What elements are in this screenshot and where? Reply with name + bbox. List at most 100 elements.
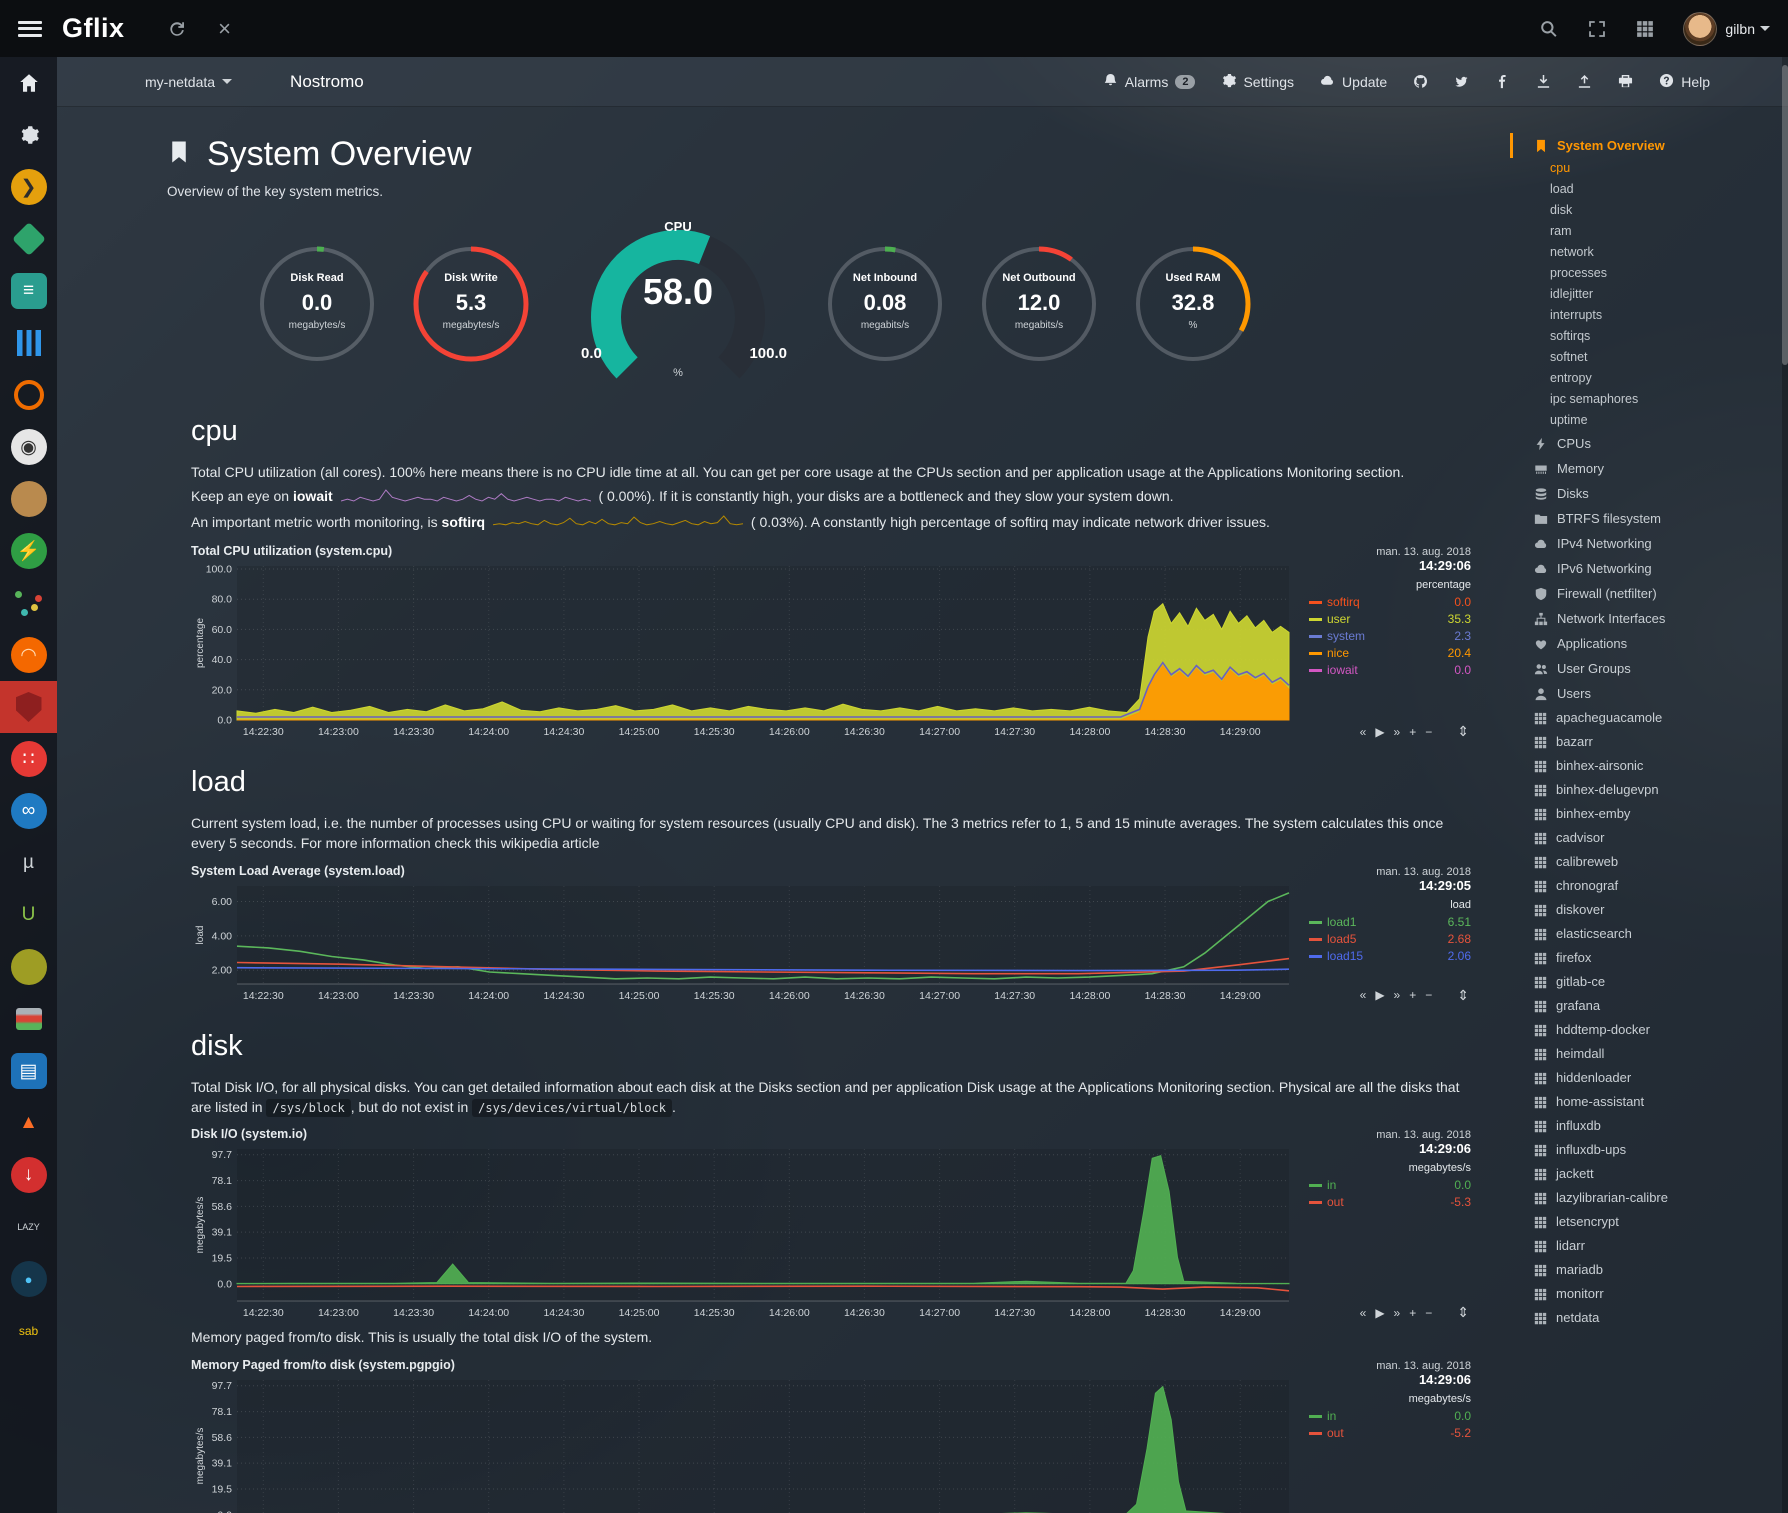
menu-app-lidarr[interactable]: lidarr bbox=[1510, 1234, 1788, 1258]
menu-app-binhex-airsonic[interactable]: binhex-airsonic bbox=[1510, 754, 1788, 778]
github-icon[interactable] bbox=[1413, 74, 1428, 89]
update-button[interactable]: Update bbox=[1320, 73, 1387, 91]
menu-app-firefox[interactable]: firefox bbox=[1510, 946, 1788, 970]
legend-row-iowait[interactable]: iowait0.0 bbox=[1309, 662, 1471, 679]
close-icon[interactable]: × bbox=[215, 19, 235, 39]
menu-app-apacheguacamole[interactable]: apacheguacamole bbox=[1510, 706, 1788, 730]
app-shortcut-app-olive[interactable] bbox=[0, 941, 57, 993]
pan-right-button[interactable]: » bbox=[1394, 725, 1401, 739]
menu-system-overview[interactable]: System Overview bbox=[1510, 133, 1788, 158]
scrollbar-thumb[interactable] bbox=[1782, 65, 1788, 365]
upload-icon[interactable] bbox=[1577, 74, 1592, 89]
app-shortcut-deluge[interactable] bbox=[0, 213, 57, 265]
legend-row-in[interactable]: in0.0 bbox=[1309, 1408, 1471, 1425]
app-shortcut-airsonic[interactable] bbox=[0, 317, 57, 369]
pgpgio-plot[interactable]: 0.019.539.158.678.197.714:22:3014:23:001… bbox=[191, 1374, 1299, 1513]
menu-section-disks[interactable]: Disks bbox=[1510, 481, 1788, 506]
zoom-in-button[interactable]: + bbox=[1409, 988, 1416, 1002]
pan-left-button[interactable]: « bbox=[1360, 1306, 1367, 1320]
legend-row-nice[interactable]: nice20.4 bbox=[1309, 645, 1471, 662]
download-icon[interactable] bbox=[1536, 74, 1551, 89]
menu-app-binhex-delugevpn[interactable]: binhex-delugevpn bbox=[1510, 778, 1788, 802]
menu-sub-network[interactable]: network bbox=[1510, 242, 1788, 263]
resize-handle[interactable]: ⇕ bbox=[1457, 1304, 1469, 1321]
used-ram-gauge[interactable]: Used RAM32.8% bbox=[1131, 242, 1255, 372]
menu-app-diskover[interactable]: diskover bbox=[1510, 898, 1788, 922]
menu-sub-disk[interactable]: disk bbox=[1510, 200, 1788, 221]
legend-row-load1[interactable]: load16.51 bbox=[1309, 914, 1471, 931]
menu-app-influxdb[interactable]: influxdb bbox=[1510, 1114, 1788, 1138]
load-plot[interactable]: 2.004.006.0014:22:3014:23:0014:23:3014:2… bbox=[191, 880, 1299, 1004]
app-shortcut-app-blue[interactable]: ▤ bbox=[0, 1045, 57, 1097]
menu-section-user-groups[interactable]: User Groups bbox=[1510, 656, 1788, 681]
app-shortcut-duplicati-drop[interactable]: ● bbox=[0, 1253, 57, 1305]
app-shortcut-radarr[interactable]: ◉ bbox=[0, 421, 57, 473]
menu-app-cadvisor[interactable]: cadvisor bbox=[1510, 826, 1788, 850]
zoom-in-button[interactable]: + bbox=[1409, 1306, 1416, 1320]
resize-handle[interactable]: ⇕ bbox=[1457, 723, 1469, 740]
app-shortcut-jackett-search[interactable] bbox=[0, 369, 57, 421]
legend-row-system[interactable]: system2.3 bbox=[1309, 628, 1471, 645]
legend-row-softirq[interactable]: softirq0.0 bbox=[1309, 594, 1471, 611]
play-button[interactable]: ▶ bbox=[1375, 725, 1384, 739]
menu-app-mariadb[interactable]: mariadb bbox=[1510, 1258, 1788, 1282]
menu-app-influxdb-ups[interactable]: influxdb-ups bbox=[1510, 1138, 1788, 1162]
legend-row-out[interactable]: out-5.2 bbox=[1309, 1425, 1471, 1442]
menu-section-btrfs-filesystem[interactable]: BTRFS filesystem bbox=[1510, 506, 1788, 531]
facebook-icon[interactable] bbox=[1495, 74, 1510, 89]
legend-row-load15[interactable]: load152.06 bbox=[1309, 948, 1471, 965]
disk-plot[interactable]: 0.019.539.158.678.197.714:22:3014:23:001… bbox=[191, 1143, 1299, 1321]
menu-section-ipv4-networking[interactable]: IPv4 Networking bbox=[1510, 531, 1788, 556]
menu-app-home-assistant[interactable]: home-assistant bbox=[1510, 1090, 1788, 1114]
menu-app-elasticsearch[interactable]: elasticsearch bbox=[1510, 922, 1788, 946]
legend-row-user[interactable]: user35.3 bbox=[1309, 611, 1471, 628]
menu-section-memory[interactable]: Memory bbox=[1510, 456, 1788, 481]
menu-sub-processes[interactable]: processes bbox=[1510, 263, 1788, 284]
menu-section-applications[interactable]: Applications bbox=[1510, 631, 1788, 656]
app-shortcut-app-red-dots[interactable]: ∷ bbox=[0, 733, 57, 785]
menu-sub-ram[interactable]: ram bbox=[1510, 221, 1788, 242]
menu-section-network-interfaces[interactable]: Network Interfaces bbox=[1510, 606, 1788, 631]
user-menu[interactable]: gilbn bbox=[1725, 21, 1770, 37]
cpu-chart[interactable]: Total CPU utilization (system.cpu)0.020.… bbox=[191, 544, 1476, 740]
app-shortcut-nzbget[interactable]: ∞ bbox=[0, 785, 57, 837]
search-icon[interactable] bbox=[1539, 19, 1559, 39]
play-button[interactable]: ▶ bbox=[1375, 1306, 1384, 1320]
print-icon[interactable] bbox=[1618, 74, 1633, 89]
twitter-icon[interactable] bbox=[1454, 74, 1469, 89]
app-shortcut-rutorrent[interactable] bbox=[0, 993, 57, 1045]
disk-write-gauge[interactable]: Disk Write5.3megabytes/s bbox=[409, 242, 533, 372]
menu-app-grafana[interactable]: grafana bbox=[1510, 994, 1788, 1018]
zoom-in-button[interactable]: + bbox=[1409, 725, 1416, 739]
apps-grid-icon[interactable] bbox=[1635, 19, 1655, 39]
menu-sub-uptime[interactable]: uptime bbox=[1510, 410, 1788, 431]
menu-sub-softirqs[interactable]: softirqs bbox=[1510, 326, 1788, 347]
menu-section-cpus[interactable]: CPUs bbox=[1510, 431, 1788, 456]
menu-sub-load[interactable]: load bbox=[1510, 179, 1788, 200]
fullscreen-icon[interactable] bbox=[1587, 19, 1607, 39]
net-inbound-gauge[interactable]: Net Inbound0.08megabits/s bbox=[823, 242, 947, 372]
memory-paged-chart[interactable]: Memory Paged from/to disk (system.pgpgio… bbox=[191, 1358, 1476, 1513]
menu-app-hddtemp-docker[interactable]: hddtemp-docker bbox=[1510, 1018, 1788, 1042]
menu-app-heimdall[interactable]: heimdall bbox=[1510, 1042, 1788, 1066]
menu-app-gitlab-ce[interactable]: gitlab-ce bbox=[1510, 970, 1788, 994]
zoom-out-button[interactable]: − bbox=[1425, 725, 1432, 739]
menu-section-users[interactable]: Users bbox=[1510, 681, 1788, 706]
menu-app-binhex-emby[interactable]: binhex-emby bbox=[1510, 802, 1788, 826]
pan-left-button[interactable]: « bbox=[1360, 725, 1367, 739]
load-chart[interactable]: System Load Average (system.load)2.004.0… bbox=[191, 864, 1476, 1004]
menu-app-bazarr[interactable]: bazarr bbox=[1510, 730, 1788, 754]
cpu-gauge[interactable]: CPU58.00.0100.0% bbox=[563, 217, 793, 389]
app-shortcut-utorrent[interactable]: µ bbox=[0, 837, 57, 889]
menu-section-ipv6-networking[interactable]: IPv6 Networking bbox=[1510, 556, 1788, 581]
app-shortcut-download-app[interactable]: ↓ bbox=[0, 1149, 57, 1201]
menu-app-calibreweb[interactable]: calibreweb bbox=[1510, 850, 1788, 874]
legend-row-out[interactable]: out-5.3 bbox=[1309, 1194, 1471, 1211]
pan-right-button[interactable]: » bbox=[1394, 1306, 1401, 1320]
menu-app-letsencrypt[interactable]: letsencrypt bbox=[1510, 1210, 1788, 1234]
menu-app-jackett[interactable]: jackett bbox=[1510, 1162, 1788, 1186]
alarms-button[interactable]: Alarms 2 bbox=[1103, 73, 1196, 91]
pan-right-button[interactable]: » bbox=[1394, 988, 1401, 1002]
menu-app-hiddenloader[interactable]: hiddenloader bbox=[1510, 1066, 1788, 1090]
app-shortcut-settings[interactable] bbox=[0, 109, 57, 161]
